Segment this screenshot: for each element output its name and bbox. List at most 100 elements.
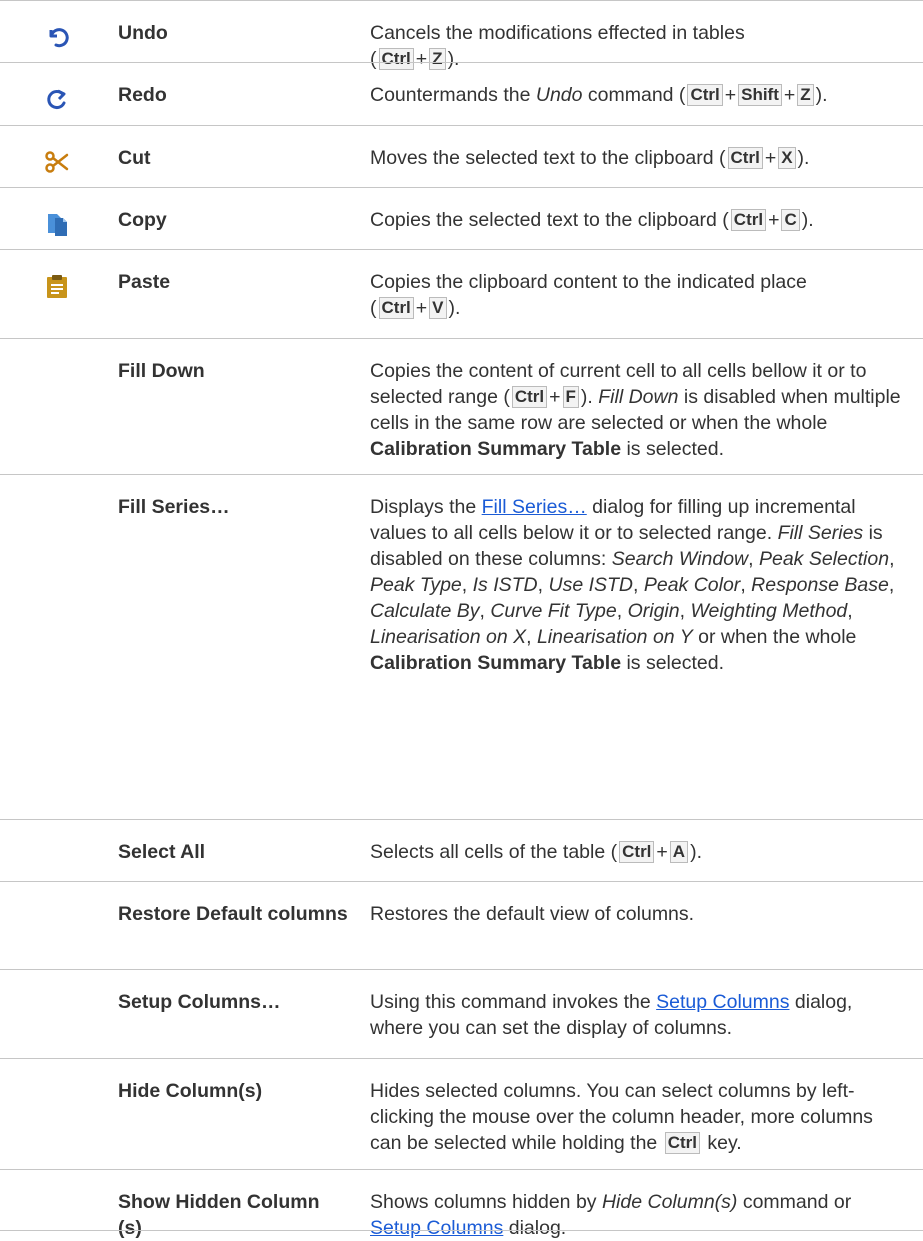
table-row: Setup Columns… Using this command invokes… (0, 969, 923, 1058)
description-emphasis: Search Window (611, 548, 749, 570)
description-text: command ( (582, 84, 686, 106)
description-text: + (724, 84, 737, 106)
description-text: + (764, 147, 777, 169)
description-text: , (616, 600, 628, 622)
description-text: + (656, 841, 668, 863)
description-text: + (415, 297, 428, 319)
command-description: Shows columns hidden by Hide Column(s) c… (370, 1189, 905, 1241)
command-description: Displays the Fill Series… dialog for fil… (370, 494, 905, 676)
description-text: Restores the default view of columns. (370, 903, 695, 925)
command-table: Undo Cancels the modifications effected i… (0, 0, 923, 1239)
command-description: Using this command invokes the Setup Col… (370, 989, 905, 1041)
command-description: Moves the selected text to the clipboard… (370, 145, 905, 171)
keyboard-key: Ctrl (511, 386, 548, 408)
description-emphasis: Peak Selection (758, 548, 890, 570)
dialog-link[interactable]: Setup Columns (656, 991, 789, 1013)
keyboard-key: Shift (738, 84, 782, 106)
description-text: , (479, 600, 491, 622)
description-text: Selects all cells of the table ( (370, 841, 618, 863)
description-text: , (526, 626, 537, 648)
description-text: ). (801, 209, 814, 231)
description-text: or when the whole (692, 626, 857, 648)
keyboard-key: Ctrl (619, 841, 655, 863)
description-emphasis: Linearisation on X (370, 626, 527, 648)
command-name: Copy (118, 209, 167, 231)
keyboard-key: Ctrl (664, 1132, 700, 1154)
scissors-icon (44, 149, 70, 175)
description-strong: Calibration Summary Table (370, 652, 622, 674)
table-row: Select All Selects all cells of the table… (0, 819, 923, 881)
command-name: Cut (118, 147, 151, 169)
description-emphasis: Origin (627, 600, 680, 622)
description-text: + (783, 84, 796, 106)
description-text: Moves the selected text to the clipboard… (370, 147, 726, 169)
keyboard-key: Ctrl (378, 297, 414, 319)
description-text: + (549, 386, 561, 408)
table-row: Restore Default columns Restores the defa… (0, 881, 923, 969)
copy-icon (44, 211, 70, 237)
keyboard-key: Ctrl (687, 84, 723, 106)
description-text: , (679, 600, 691, 622)
command-name: Show Hidden Column (s) (118, 1191, 320, 1239)
table-row: Hide Column(s) Hides selected columns. Yo… (0, 1058, 923, 1169)
description-text: , (740, 574, 752, 596)
command-name: Fill Series… (118, 496, 230, 518)
description-strong: Calibration Summary Table (370, 438, 622, 460)
description-emphasis: Fill Down (598, 386, 679, 408)
keyboard-key: Ctrl (730, 209, 767, 231)
description-text: Countermands the (370, 84, 536, 106)
description-emphasis: Is ISTD (472, 574, 538, 596)
description-text: command or (737, 1191, 852, 1213)
command-description: Restores the default view of columns. (370, 901, 905, 927)
table-row: Undo Cancels the modifications effected i… (0, 0, 923, 70)
table-row: Fill Series… Displays the Fill Series… di… (0, 474, 923, 819)
command-description: Selects all cells of the table (Ctrl + A). (370, 839, 905, 865)
command-name: Setup Columns… (118, 991, 281, 1013)
command-name: Select All (118, 841, 206, 863)
table-row: Copy Copies the selected text to the clip… (0, 187, 923, 249)
keyboard-key: V (429, 297, 447, 319)
dialog-link[interactable]: Fill Series… (482, 496, 587, 518)
description-text: ). (580, 386, 599, 408)
description-text: ( (370, 297, 377, 319)
keyboard-key: X (778, 147, 796, 169)
description-text: ). (448, 297, 461, 319)
description-emphasis: Undo (535, 84, 583, 106)
description-emphasis: Hide Column(s) (601, 1191, 738, 1213)
description-emphasis: Curve Fit Type (490, 600, 617, 622)
undo-icon (44, 24, 70, 50)
command-description: Hides selected columns. You can select c… (370, 1078, 905, 1156)
description-text: , (461, 574, 473, 596)
description-text: is selected. (621, 652, 725, 674)
dialog-link[interactable]: Setup Columns (370, 1217, 503, 1239)
description-text: key. (701, 1132, 742, 1154)
description-text: + (768, 209, 780, 231)
keyboard-key: C (781, 209, 800, 231)
description-text: , (748, 548, 759, 570)
table-row: Cut Moves the selected text to the clipbo… (0, 125, 923, 187)
description-text: ). (815, 84, 828, 106)
description-emphasis: Calculate By (370, 600, 480, 622)
keyboard-key: Ctrl (727, 147, 763, 169)
command-name: Restore Default columns (118, 903, 348, 925)
table-row: Redo Countermands the Undo command (Ctrl +… (0, 62, 923, 125)
description-text: Copies the clipboard content to the indi… (370, 271, 807, 293)
description-text: dialog. (503, 1217, 567, 1239)
description-text: , (633, 574, 644, 596)
description-emphasis: Response Base (751, 574, 889, 596)
keyboard-key: Z (797, 84, 814, 106)
description-text: , (537, 574, 549, 596)
description-text: ). (797, 147, 810, 169)
description-text: , (889, 548, 895, 570)
command-name: Paste (118, 271, 171, 293)
description-text: Hides selected columns. You can select c… (370, 1080, 873, 1154)
description-text: Cancels the modifications effected in ta… (370, 22, 745, 44)
description-emphasis: Peak Color (643, 574, 741, 596)
description-emphasis: Linearisation on Y (536, 626, 693, 648)
description-text: Using this command invokes the (370, 991, 657, 1013)
paste-icon (44, 273, 70, 299)
keyboard-key: F (562, 386, 579, 408)
description-text: , (847, 600, 853, 622)
description-text: Shows columns hidden by (370, 1191, 602, 1213)
description-text: ). (690, 841, 702, 863)
